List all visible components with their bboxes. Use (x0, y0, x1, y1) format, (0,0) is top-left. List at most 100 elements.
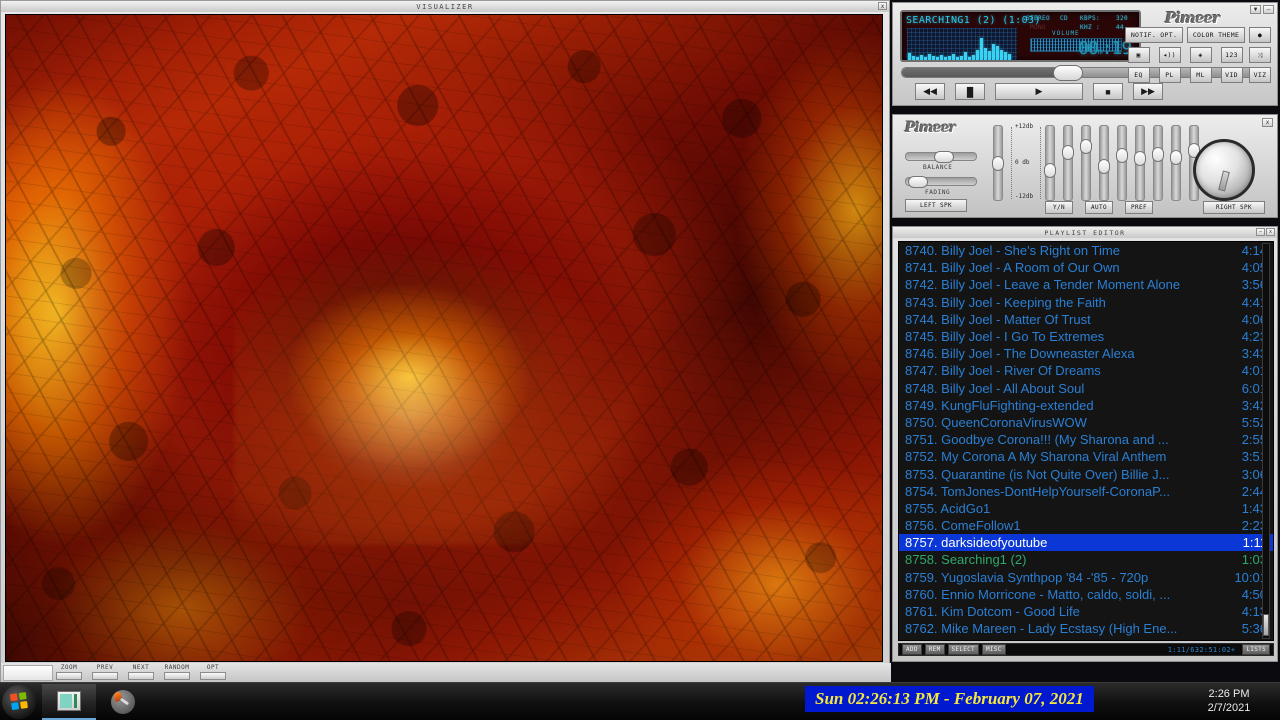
playlist-track-list[interactable]: 8740. Billy Joel - She's Right on Time 4:… (898, 241, 1274, 641)
balance-slider[interactable] (905, 151, 977, 163)
next-button[interactable]: ▶▶ (1133, 83, 1163, 100)
eq-band-3-handle[interactable] (1080, 139, 1092, 154)
start-button-icon[interactable] (2, 684, 36, 719)
screenshot-icon-button[interactable]: ▣ (1127, 47, 1150, 63)
transport-controls: ◀◀ ▐▌ ▶ ■ ▶▶ (915, 83, 1163, 100)
player-option-buttons: NOTIF. OPT. COLOR THEME ● ▣ ◂)) ◈ 123 ⤨ … (1125, 27, 1271, 83)
eq-band-6[interactable] (1134, 125, 1146, 201)
eq-band-1-handle[interactable] (1044, 163, 1056, 178)
playlist-lists-button[interactable]: LISTS (1242, 644, 1270, 655)
numeric-button[interactable]: 123 (1220, 47, 1243, 63)
playlist-row[interactable]: 8762. Mike Mareen - Lady Ecstasy (High E… (899, 620, 1273, 637)
eq-auto-button[interactable]: AUTO (1085, 201, 1113, 214)
eq-yn-button[interactable]: Y/N (1045, 201, 1073, 214)
visualizer-next-button[interactable]: NEXT (128, 664, 154, 680)
eq-band-5-handle[interactable] (1116, 148, 1128, 163)
eq-band-7[interactable] (1152, 125, 1164, 201)
visualization-button[interactable]: VIZ (1249, 67, 1271, 83)
play-button[interactable]: ▶ (995, 83, 1083, 100)
playlist-scrollbar-thumb[interactable] (1263, 614, 1269, 636)
notification-options-button[interactable]: NOTIF. OPT. (1125, 27, 1183, 43)
left-speaker-button[interactable]: LEFT SPK (905, 199, 967, 212)
visualizer-random-button[interactable]: RANDOM (164, 664, 190, 680)
playlist-row[interactable]: 8757. darksideofyoutube 1:11 (899, 534, 1273, 552)
visualizer-titlebar[interactable]: VISUALIZER x (1, 1, 889, 12)
playlist-row[interactable]: 8741. Billy Joel - A Room of Our Own 4:05 (899, 259, 1273, 276)
visualizer-canvas[interactable] (5, 14, 883, 662)
visualizer-close-button[interactable]: x (878, 2, 887, 10)
playlist-row[interactable]: 8753. Quarantine (is Not Quite Over) Bil… (899, 465, 1273, 482)
playlist-row[interactable]: 8759. Yugoslavia Synthpop '84 -'85 - 720… (899, 569, 1273, 586)
playlist-row[interactable]: 8744. Billy Joel - Matter Of Trust 4:06 (899, 311, 1273, 328)
system-tray-clock[interactable]: 2:26 PM 2/7/2021 (1186, 687, 1272, 715)
taskbar-item-window-app[interactable] (42, 683, 96, 720)
playlist-scrollbar[interactable] (1262, 243, 1270, 639)
volume-knob[interactable] (1193, 139, 1255, 201)
playlist-row[interactable]: 8740. Billy Joel - She's Right on Time 4:… (899, 242, 1273, 259)
visualizer-prev-button[interactable]: PREV (92, 664, 118, 680)
playlist-row[interactable]: 8743. Billy Joel - Keeping the Faith 4:41 (899, 294, 1273, 311)
video-button[interactable]: VID (1220, 67, 1243, 83)
player-close-button[interactable]: – (1263, 5, 1274, 14)
playlist-row[interactable]: 8754. TomJones-DontHelpYourself-CoronaP.… (899, 483, 1273, 500)
playlist-row[interactable]: 8747. Billy Joel - River Of Dreams 4:01 (899, 362, 1273, 379)
playlist-row[interactable]: 8748. Billy Joel - All About Soul 6:01 (899, 380, 1273, 397)
media-library-button[interactable]: ML (1189, 67, 1212, 83)
playlist-row[interactable]: 8758. Searching1 (2) 1:03 (899, 551, 1273, 568)
playlist-add-button[interactable]: ADD (902, 644, 922, 655)
eq-band-4[interactable] (1098, 125, 1110, 201)
preamp-slider[interactable] (992, 125, 1004, 201)
eq-band-2-handle[interactable] (1062, 145, 1074, 160)
playlist-toggle-button[interactable]: PL (1158, 67, 1181, 83)
playlist-row[interactable]: 8749. KungFluFighting-extended 3:42 (899, 397, 1273, 414)
fading-slider[interactable] (905, 176, 977, 188)
player-minimize-button[interactable]: ▼ (1250, 5, 1261, 14)
playlist-row[interactable]: 8756. ComeFollow1 2:23 (899, 517, 1273, 534)
right-speaker-button[interactable]: RIGHT SPK (1203, 201, 1265, 214)
balance-slider-handle[interactable] (934, 151, 954, 163)
repeat-icon-button[interactable]: ◈ (1189, 47, 1212, 63)
playlist-misc-button[interactable]: MISC (981, 644, 1006, 655)
eq-band-8[interactable] (1170, 125, 1182, 201)
playlist-remove-button[interactable]: REM (924, 644, 945, 655)
playlist-row[interactable]: 8755. AcidGo1 1:43 (899, 500, 1273, 517)
pause-button[interactable]: ▐▌ (955, 83, 985, 100)
playlist-titlebar[interactable]: PLAYLIST EDITOR – x (893, 227, 1277, 238)
eq-band-7-handle[interactable] (1152, 147, 1164, 162)
equalizer-close-button[interactable]: x (1262, 118, 1273, 127)
previous-button[interactable]: ◀◀ (915, 83, 945, 100)
playlist-row[interactable]: 8760. Ennio Morricone - Matto, caldo, so… (899, 586, 1273, 603)
eq-band-1[interactable] (1044, 125, 1056, 201)
color-theme-button[interactable]: COLOR THEME (1187, 27, 1245, 43)
eq-band-6-handle[interactable] (1134, 151, 1146, 166)
eq-band-5[interactable] (1116, 125, 1128, 201)
preamp-slider-handle[interactable] (992, 156, 1004, 171)
playlist-row-title: 8758. Searching1 (2) (905, 552, 1027, 568)
shuffle-icon-button[interactable]: ⤨ (1249, 47, 1271, 63)
playlist-row[interactable]: 8745. Billy Joel - I Go To Extremes 4:23 (899, 328, 1273, 345)
fading-slider-handle[interactable] (908, 176, 928, 188)
spectrum-bar (920, 55, 923, 60)
playlist-select-button[interactable]: SELECT (947, 644, 979, 655)
stop-button[interactable]: ■ (1093, 83, 1123, 100)
eq-band-8-handle[interactable] (1170, 150, 1182, 165)
eq-pref-button[interactable]: PREF (1125, 201, 1153, 214)
eq-band-4-handle[interactable] (1098, 159, 1110, 174)
playlist-row[interactable]: 8752. My Corona A My Sharona Viral Anthe… (899, 448, 1273, 465)
playlist-row[interactable]: 8751. Goodbye Corona!!! (My Sharona and … (899, 431, 1273, 448)
visualizer-opt-button[interactable]: OPT (200, 664, 226, 680)
playlist-row[interactable]: 8746. Billy Joel - The Downeaster Alexa 3… (899, 345, 1273, 362)
speaker-icon-button[interactable]: ◂)) (1158, 47, 1181, 63)
taskbar-item-media-app[interactable] (96, 684, 150, 720)
record-button[interactable]: ● (1249, 27, 1271, 43)
seek-knob[interactable] (1052, 65, 1083, 81)
playlist-minimize-button[interactable]: – (1256, 228, 1265, 236)
playlist-row[interactable]: 8742. Billy Joel - Leave a Tender Moment… (899, 276, 1273, 293)
eq-band-2[interactable] (1062, 125, 1074, 201)
playlist-close-button[interactable]: x (1266, 228, 1275, 236)
visualizer-zoom-button[interactable]: ZOOM (56, 664, 82, 680)
eq-band-3[interactable] (1080, 125, 1092, 201)
playlist-row[interactable]: 8750. QueenCoronaVirusWOW 5:52 (899, 414, 1273, 431)
equalizer-toggle-button[interactable]: EQ (1127, 67, 1150, 83)
playlist-row[interactable]: 8761. Kim Dotcom - Good Life 4:13 (899, 603, 1273, 620)
